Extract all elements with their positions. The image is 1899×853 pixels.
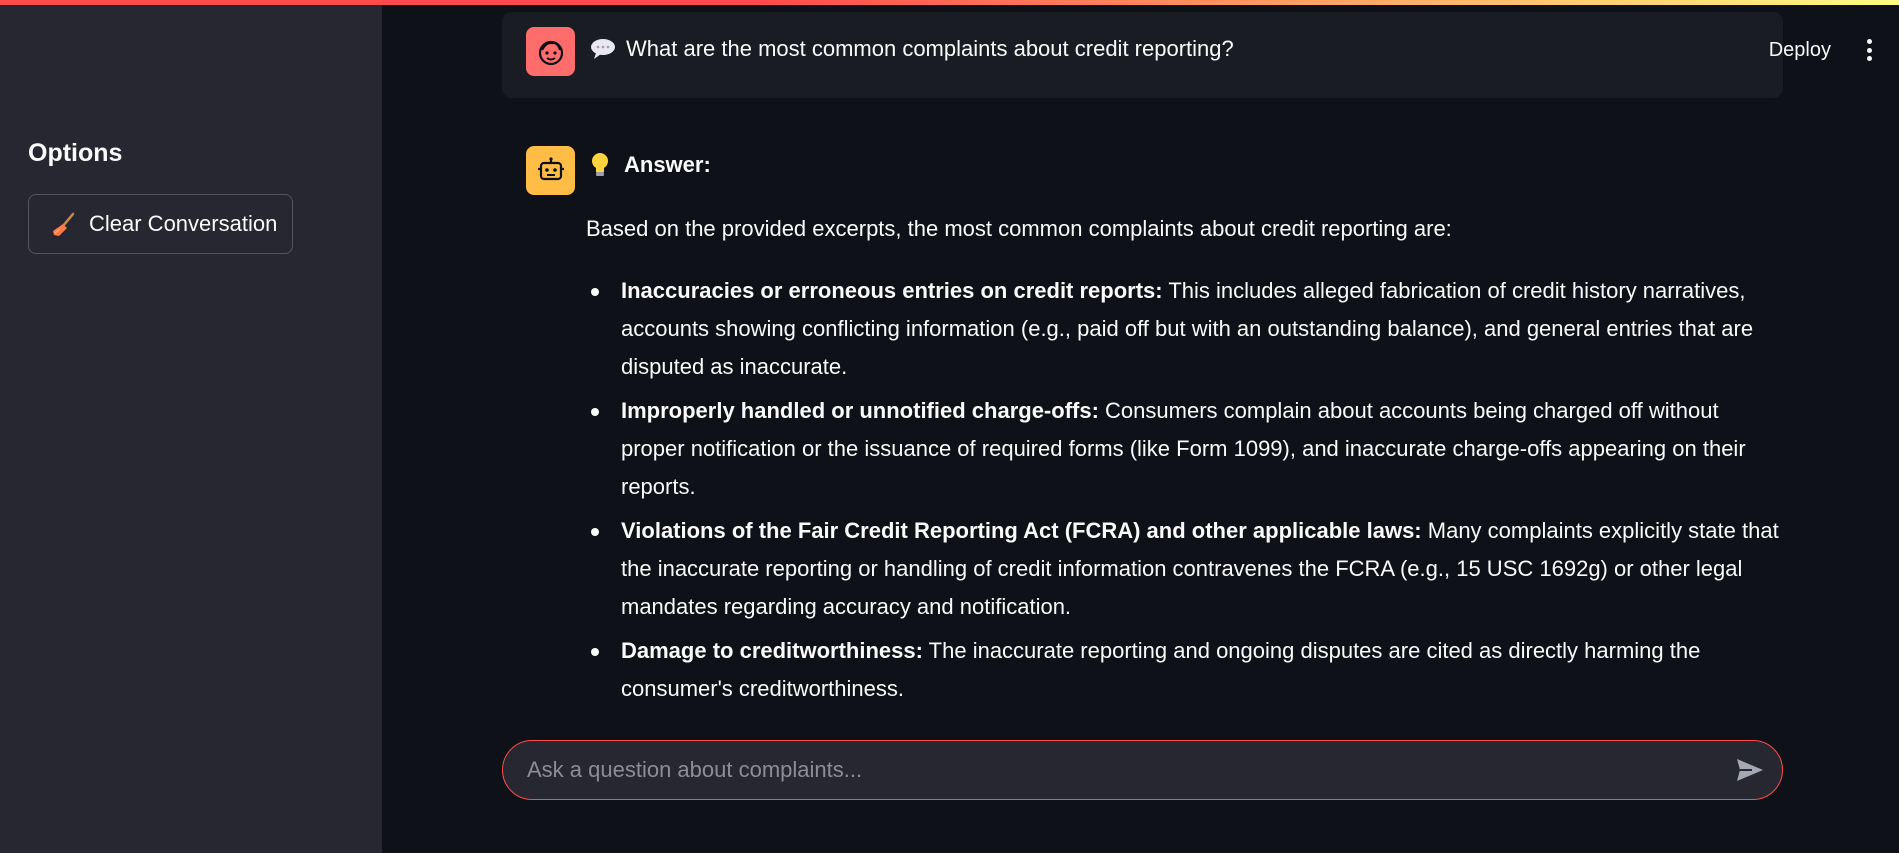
chat-input-container <box>502 740 1783 800</box>
deploy-button[interactable]: Deploy <box>1769 39 1831 62</box>
answer-heading: Answer: <box>590 152 711 178</box>
header-actions: Deploy <box>1769 20 1899 80</box>
user-face-icon <box>538 40 563 65</box>
answer-bullet-list: Inaccuracies or erroneous entries on cre… <box>586 272 1782 708</box>
sidebar-title: Options <box>28 139 123 167</box>
list-item: Violations of the Fair Credit Reporting … <box>586 512 1782 626</box>
list-item: Improperly handled or unnotified charge-… <box>586 392 1782 506</box>
user-question: What are the most common complaints abou… <box>626 36 1234 61</box>
lightbulb-icon <box>590 152 610 178</box>
assistant-avatar <box>526 146 575 195</box>
user-message-text: What are the most common complaints abou… <box>590 36 1234 62</box>
robot-icon <box>537 156 564 180</box>
bullet-title: Improperly handled or unnotified charge-… <box>621 398 1099 423</box>
sidebar: Options Clear Conversation <box>0 0 382 853</box>
clear-conversation-button[interactable]: Clear Conversation <box>28 194 293 254</box>
kebab-menu-icon[interactable] <box>1857 36 1881 64</box>
answer-intro: Based on the provided excerpts, the most… <box>586 216 1452 241</box>
assistant-message: Based on the provided excerpts, the most… <box>586 210 1782 714</box>
broom-icon <box>51 211 77 237</box>
bullet-title: Violations of the Fair Credit Reporting … <box>621 518 1422 543</box>
bullet-title: Damage to creditworthiness: <box>621 638 923 663</box>
speech-balloon-icon <box>590 38 616 60</box>
user-message: What are the most common complaints abou… <box>502 12 1783 98</box>
user-avatar <box>526 27 575 76</box>
chat-input[interactable] <box>503 741 1734 799</box>
bullet-title: Inaccuracies or erroneous entries on cre… <box>621 278 1163 303</box>
clear-conversation-label: Clear Conversation <box>89 211 278 236</box>
answer-heading-text: Answer: <box>624 152 711 177</box>
list-item: Inaccuracies or erroneous entries on cre… <box>586 272 1782 386</box>
send-icon[interactable] <box>1734 754 1766 786</box>
list-item: Damage to creditworthiness: The inaccura… <box>586 632 1782 708</box>
top-decoration-bar <box>0 0 1899 5</box>
